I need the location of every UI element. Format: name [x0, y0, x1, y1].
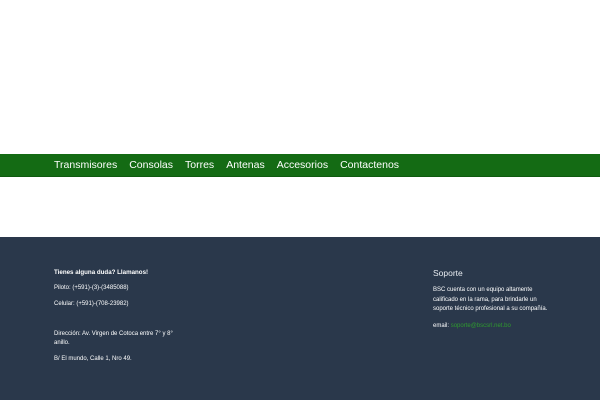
- header-blank-area: [0, 0, 600, 154]
- support-column: Soporte BSC cuenta con un equipo altamen…: [433, 267, 568, 331]
- support-text-3: soporte técnico profesional a su compañí…: [433, 306, 548, 312]
- contact-heading: Tienes alguna duda? Llamanos!: [54, 269, 149, 276]
- address-line-2: anillo.: [54, 340, 70, 346]
- nav-item-transmisores[interactable]: Transmisores: [54, 154, 117, 176]
- contact-column: Tienes alguna duda? Llamanos! Piloto: (+…: [54, 268, 184, 365]
- support-email-link[interactable]: soporte@bscsrl.net.bo: [451, 323, 511, 329]
- nav-item-consolas[interactable]: Consolas: [129, 154, 173, 176]
- address-neighborhood: B/ El mundo, Calle 1, Nro 49.: [54, 356, 132, 362]
- support-email-row: email: soporte@bscsrl.net.bo: [433, 322, 568, 332]
- email-label: email:: [433, 322, 450, 329]
- nav-item-torres[interactable]: Torres: [185, 154, 214, 176]
- support-title: Soporte: [433, 268, 463, 278]
- nav-item-antenas[interactable]: Antenas: [226, 154, 265, 176]
- site-footer: Tienes alguna duda? Llamanos! Piloto: (+…: [0, 237, 600, 400]
- nav-menu: Transmisores Consolas Torres Antenas Acc…: [54, 154, 411, 176]
- address-line-1: Dirección: Av. Virgen de Cotoca entre 7°…: [54, 330, 173, 337]
- phone-celular: Celular: (+591)-(708-23982): [54, 301, 129, 307]
- nav-item-contactenos[interactable]: Contactenos: [340, 154, 399, 176]
- main-navigation: Transmisores Consolas Torres Antenas Acc…: [0, 154, 600, 177]
- support-text-2: calificado en la rama, para brindarle un: [433, 296, 537, 303]
- support-text-1: BSC cuenta con un equipo altamente: [433, 287, 533, 293]
- nav-item-accesorios[interactable]: Accesorios: [277, 154, 328, 176]
- phone-piloto: Piloto: (+591)-(3)-(3485088): [54, 285, 129, 291]
